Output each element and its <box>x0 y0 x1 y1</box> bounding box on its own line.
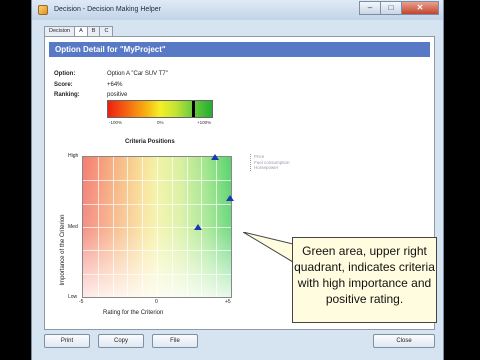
chart-legend: Price Fuel consumption Horsepower <box>250 154 290 171</box>
x-tick-mid: 0 <box>155 299 158 305</box>
tab-c[interactable]: C <box>99 26 114 36</box>
option-detail-panel: Option Detail for "MyProject" Option: Op… <box>44 36 437 330</box>
score-value: +64% <box>107 82 123 88</box>
plot-gridline-h <box>83 273 231 275</box>
y-tick-med: Med <box>68 224 78 230</box>
tab-decision[interactable]: Decision <box>44 26 76 36</box>
app-icon <box>38 5 48 15</box>
ranking-label: Ranking: <box>54 92 80 98</box>
page-title: Option Detail for "MyProject" <box>55 45 166 54</box>
callout-box: Green area, upper right quadrant, indica… <box>292 237 437 323</box>
maximize-button[interactable]: □ <box>380 1 402 15</box>
criteria-plot <box>82 154 234 298</box>
criterion-marker[interactable] <box>225 194 234 201</box>
x-axis-label: Rating for the Criterion <box>103 310 164 316</box>
option-label: Option: <box>54 71 76 77</box>
tab-strip: Decision A B C <box>44 26 114 37</box>
close-button[interactable]: Close <box>373 334 435 348</box>
option-value: Option A "Car SUV T7" <box>107 71 168 77</box>
ranking-marker <box>192 101 196 117</box>
criterion-marker[interactable] <box>210 154 219 160</box>
plot-gridline-h <box>83 227 231 228</box>
y-tick-high: High <box>68 153 79 159</box>
callout-text: Green area, upper right quadrant, indica… <box>294 244 435 306</box>
x-tick-max: +5 <box>225 299 231 305</box>
legend-item-horsepower: Horsepower <box>254 165 279 170</box>
tab-b[interactable]: B <box>86 26 101 36</box>
callout-pointer <box>243 232 293 263</box>
window-title: Decision - Decision Making Helper <box>54 6 161 13</box>
title-bar[interactable]: Decision - Decision Making Helper – □ ✕ <box>32 0 443 20</box>
ranking-gradient-bar <box>107 100 213 118</box>
minimize-button[interactable]: – <box>359 1 381 15</box>
y-axis-label: Importance of the Criterion <box>60 214 66 286</box>
close-window-button[interactable]: ✕ <box>401 1 439 15</box>
y-tick-low: Low <box>68 294 78 300</box>
print-button[interactable]: Print <box>44 334 90 348</box>
score-label: Score: <box>54 82 73 88</box>
app-window: Decision - Decision Making Helper – □ ✕ … <box>31 0 444 360</box>
file-button[interactable]: File <box>152 334 198 348</box>
ranking-value: positive <box>107 92 128 98</box>
chart-title: Criteria Positions <box>125 139 175 145</box>
plot-gridline-h <box>83 250 231 252</box>
ranking-tick-max: +100% <box>197 120 212 125</box>
plot-gridline-h <box>83 203 231 205</box>
x-tick-min: -5 <box>79 299 84 305</box>
copy-button[interactable]: Copy <box>98 334 144 348</box>
plot-gridline-h <box>83 180 231 182</box>
header-bar: Option Detail for "MyProject" <box>49 42 430 57</box>
criterion-marker[interactable] <box>194 224 203 230</box>
ranking-tick-mid: 0% <box>157 120 164 125</box>
ranking-tick-min: -100% <box>109 120 123 125</box>
